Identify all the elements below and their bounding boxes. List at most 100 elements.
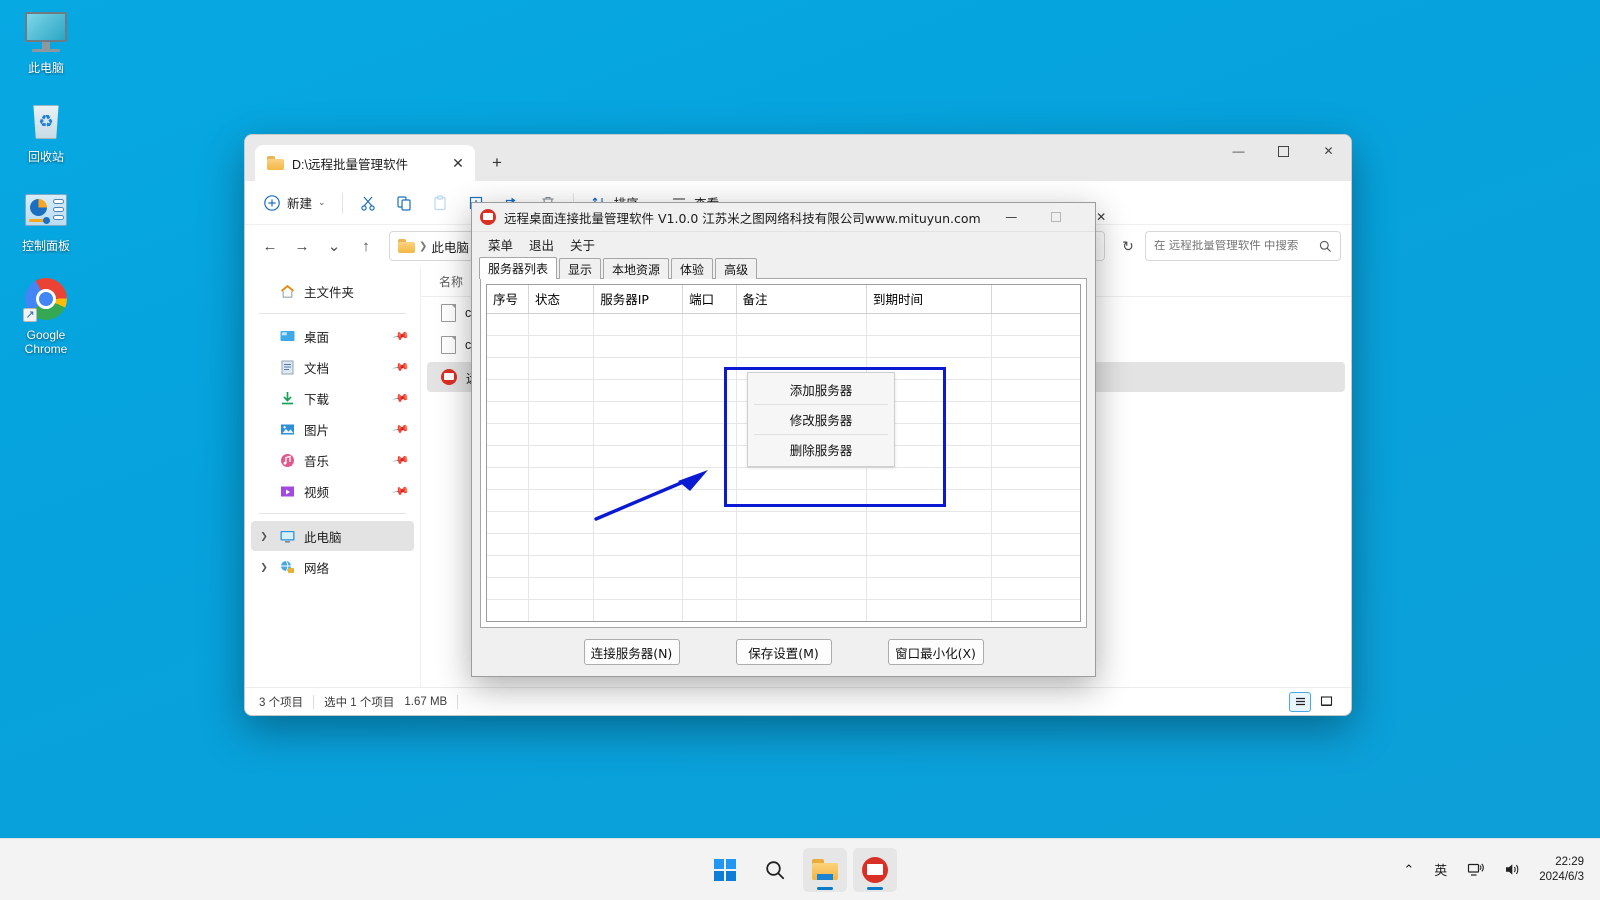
server-grid-cell[interactable]	[487, 401, 529, 424]
server-grid-cell[interactable]	[593, 555, 684, 578]
server-grid-cell[interactable]	[991, 445, 1080, 468]
server-grid-cell[interactable]	[593, 313, 684, 336]
server-grid-cell[interactable]	[529, 621, 594, 622]
sidebar-item-videos[interactable]: 视频 📌	[251, 476, 414, 506]
menu-item-exit[interactable]: 退出	[523, 233, 560, 256]
server-grid-cell[interactable]	[487, 533, 529, 556]
server-grid-cell[interactable]	[991, 555, 1080, 578]
server-grid-cell[interactable]	[991, 467, 1080, 490]
pin-icon[interactable]: 📌	[392, 389, 411, 408]
context-menu-item-delete-server[interactable]: 删除服务器	[748, 435, 894, 464]
server-grid-cell[interactable]	[736, 555, 867, 578]
server-grid-cell[interactable]	[991, 423, 1080, 446]
tab-close-icon[interactable]: ✕	[447, 152, 469, 174]
server-grid-cell[interactable]	[528, 577, 595, 600]
server-grid-row[interactable]	[487, 489, 1080, 512]
server-grid-cell[interactable]	[682, 445, 737, 468]
server-grid-cell[interactable]	[487, 423, 529, 446]
server-grid-cell[interactable]	[991, 599, 1080, 621]
server-grid-cell[interactable]	[682, 511, 737, 534]
server-grid-cell[interactable]	[991, 401, 1080, 424]
chevron-right-icon[interactable]: ❯	[257, 531, 271, 542]
server-grid-cell[interactable]	[594, 621, 683, 622]
tab-display[interactable]: 显示	[559, 258, 602, 279]
context-menu-item-add-server[interactable]: 添加服务器	[748, 375, 894, 404]
sidebar-item-downloads[interactable]: 下载 📌	[251, 383, 414, 413]
server-grid-cell[interactable]	[866, 577, 992, 600]
server-grid-cell[interactable]	[528, 599, 595, 621]
server-grid-cell[interactable]	[487, 577, 529, 600]
server-grid-cell[interactable]	[736, 335, 867, 358]
server-grid-cell[interactable]	[736, 577, 867, 600]
server-grid-cell[interactable]	[487, 335, 529, 358]
server-grid-cell[interactable]	[593, 357, 684, 380]
server-grid-cell[interactable]	[528, 511, 595, 534]
save-settings-button[interactable]: 保存设置(M)	[735, 639, 832, 665]
server-grid-cell[interactable]	[991, 379, 1080, 402]
menu-item-about[interactable]: 关于	[564, 233, 601, 256]
server-grid-column-header[interactable]: 备注	[736, 285, 867, 314]
server-grid-cell[interactable]	[866, 489, 992, 512]
server-grid-cell[interactable]	[682, 533, 737, 556]
chevron-right-icon[interactable]: ❯	[257, 562, 271, 573]
server-grid-cell[interactable]	[682, 335, 737, 358]
rdp-titlebar[interactable]: 远程桌面连接批量管理软件 V1.0.0 江苏米之图网络科技有限公司www.mit…	[472, 203, 1106, 232]
minimize-window-button[interactable]: 窗口最小化(X)	[887, 639, 984, 665]
server-grid-column-header[interactable]: 服务器IP	[593, 285, 684, 314]
server-grid-cell[interactable]	[682, 467, 737, 490]
server-grid-row[interactable]	[487, 533, 1080, 556]
server-grid-cell[interactable]	[866, 621, 991, 622]
server-grid-cell[interactable]	[528, 357, 595, 380]
server-grid-cell[interactable]	[736, 489, 867, 512]
desktop-icon-control-panel[interactable]: 控制面板	[6, 186, 86, 253]
forward-button[interactable]: →	[287, 231, 317, 261]
server-grid-cell[interactable]	[487, 379, 529, 402]
server-grid-cell[interactable]	[528, 401, 595, 424]
refresh-button[interactable]: ↻	[1113, 231, 1143, 261]
server-grid-cell[interactable]	[991, 489, 1080, 512]
tab-local-resources[interactable]: 本地资源	[603, 258, 670, 279]
taskbar-file-explorer-button[interactable]	[803, 847, 847, 892]
sidebar-item-network[interactable]: ❯ 网络	[251, 552, 414, 582]
server-grid-cell[interactable]	[593, 379, 684, 402]
server-grid-cell[interactable]	[528, 335, 595, 358]
details-view-button[interactable]	[1289, 691, 1311, 712]
server-grid-cell[interactable]	[528, 489, 595, 512]
server-grid-cell[interactable]	[487, 489, 529, 512]
server-grid-row[interactable]	[487, 511, 1080, 534]
pin-icon[interactable]: 📌	[392, 358, 411, 377]
tray-chevron-up-icon[interactable]: ⌃	[1395, 850, 1422, 890]
sidebar-item-music[interactable]: 音乐 📌	[251, 445, 414, 475]
sidebar-item-documents[interactable]: 文档 📌	[251, 352, 414, 382]
context-menu-item-edit-server[interactable]: 修改服务器	[748, 405, 894, 434]
taskbar-search-button[interactable]	[753, 848, 797, 892]
explorer-tab[interactable]: D:\远程批量管理软件 ✕	[255, 145, 475, 181]
up-button[interactable]: ↑	[351, 231, 381, 261]
tab-server-list[interactable]: 服务器列表	[479, 257, 558, 279]
server-grid-cell[interactable]	[528, 445, 595, 468]
server-grid-cell[interactable]	[487, 357, 529, 380]
server-grid-cell[interactable]	[593, 401, 684, 424]
server-grid-cell[interactable]	[991, 511, 1080, 534]
explorer-maximize-button[interactable]	[1261, 135, 1306, 167]
desktop-icon-google-chrome[interactable]: ↗ Google Chrome	[6, 275, 86, 356]
new-button[interactable]: 新建 ⌄	[255, 188, 334, 218]
server-grid-cell[interactable]	[593, 423, 684, 446]
server-grid-cell[interactable]	[528, 379, 595, 402]
server-grid-cell[interactable]	[528, 555, 595, 578]
server-grid-cell[interactable]	[593, 445, 684, 468]
new-tab-button[interactable]: +	[481, 148, 513, 178]
server-grid-cell[interactable]	[991, 357, 1080, 380]
desktop-icon-recycle-bin[interactable]: ♻ 回收站	[6, 97, 86, 164]
server-grid-cell[interactable]	[593, 335, 684, 358]
server-grid-row[interactable]	[487, 335, 1080, 358]
connect-server-button[interactable]: 连接服务器(N)	[583, 639, 680, 665]
pin-icon[interactable]: 📌	[392, 482, 411, 501]
server-grid-cell[interactable]	[866, 467, 992, 490]
server-grid-cell[interactable]	[682, 423, 737, 446]
server-grid-cell[interactable]	[487, 313, 529, 336]
tray-network-icon[interactable]	[1459, 850, 1492, 890]
server-grid-cell[interactable]	[487, 445, 529, 468]
search-input[interactable]	[1154, 240, 1313, 252]
tab-advanced[interactable]: 高级	[715, 258, 758, 279]
